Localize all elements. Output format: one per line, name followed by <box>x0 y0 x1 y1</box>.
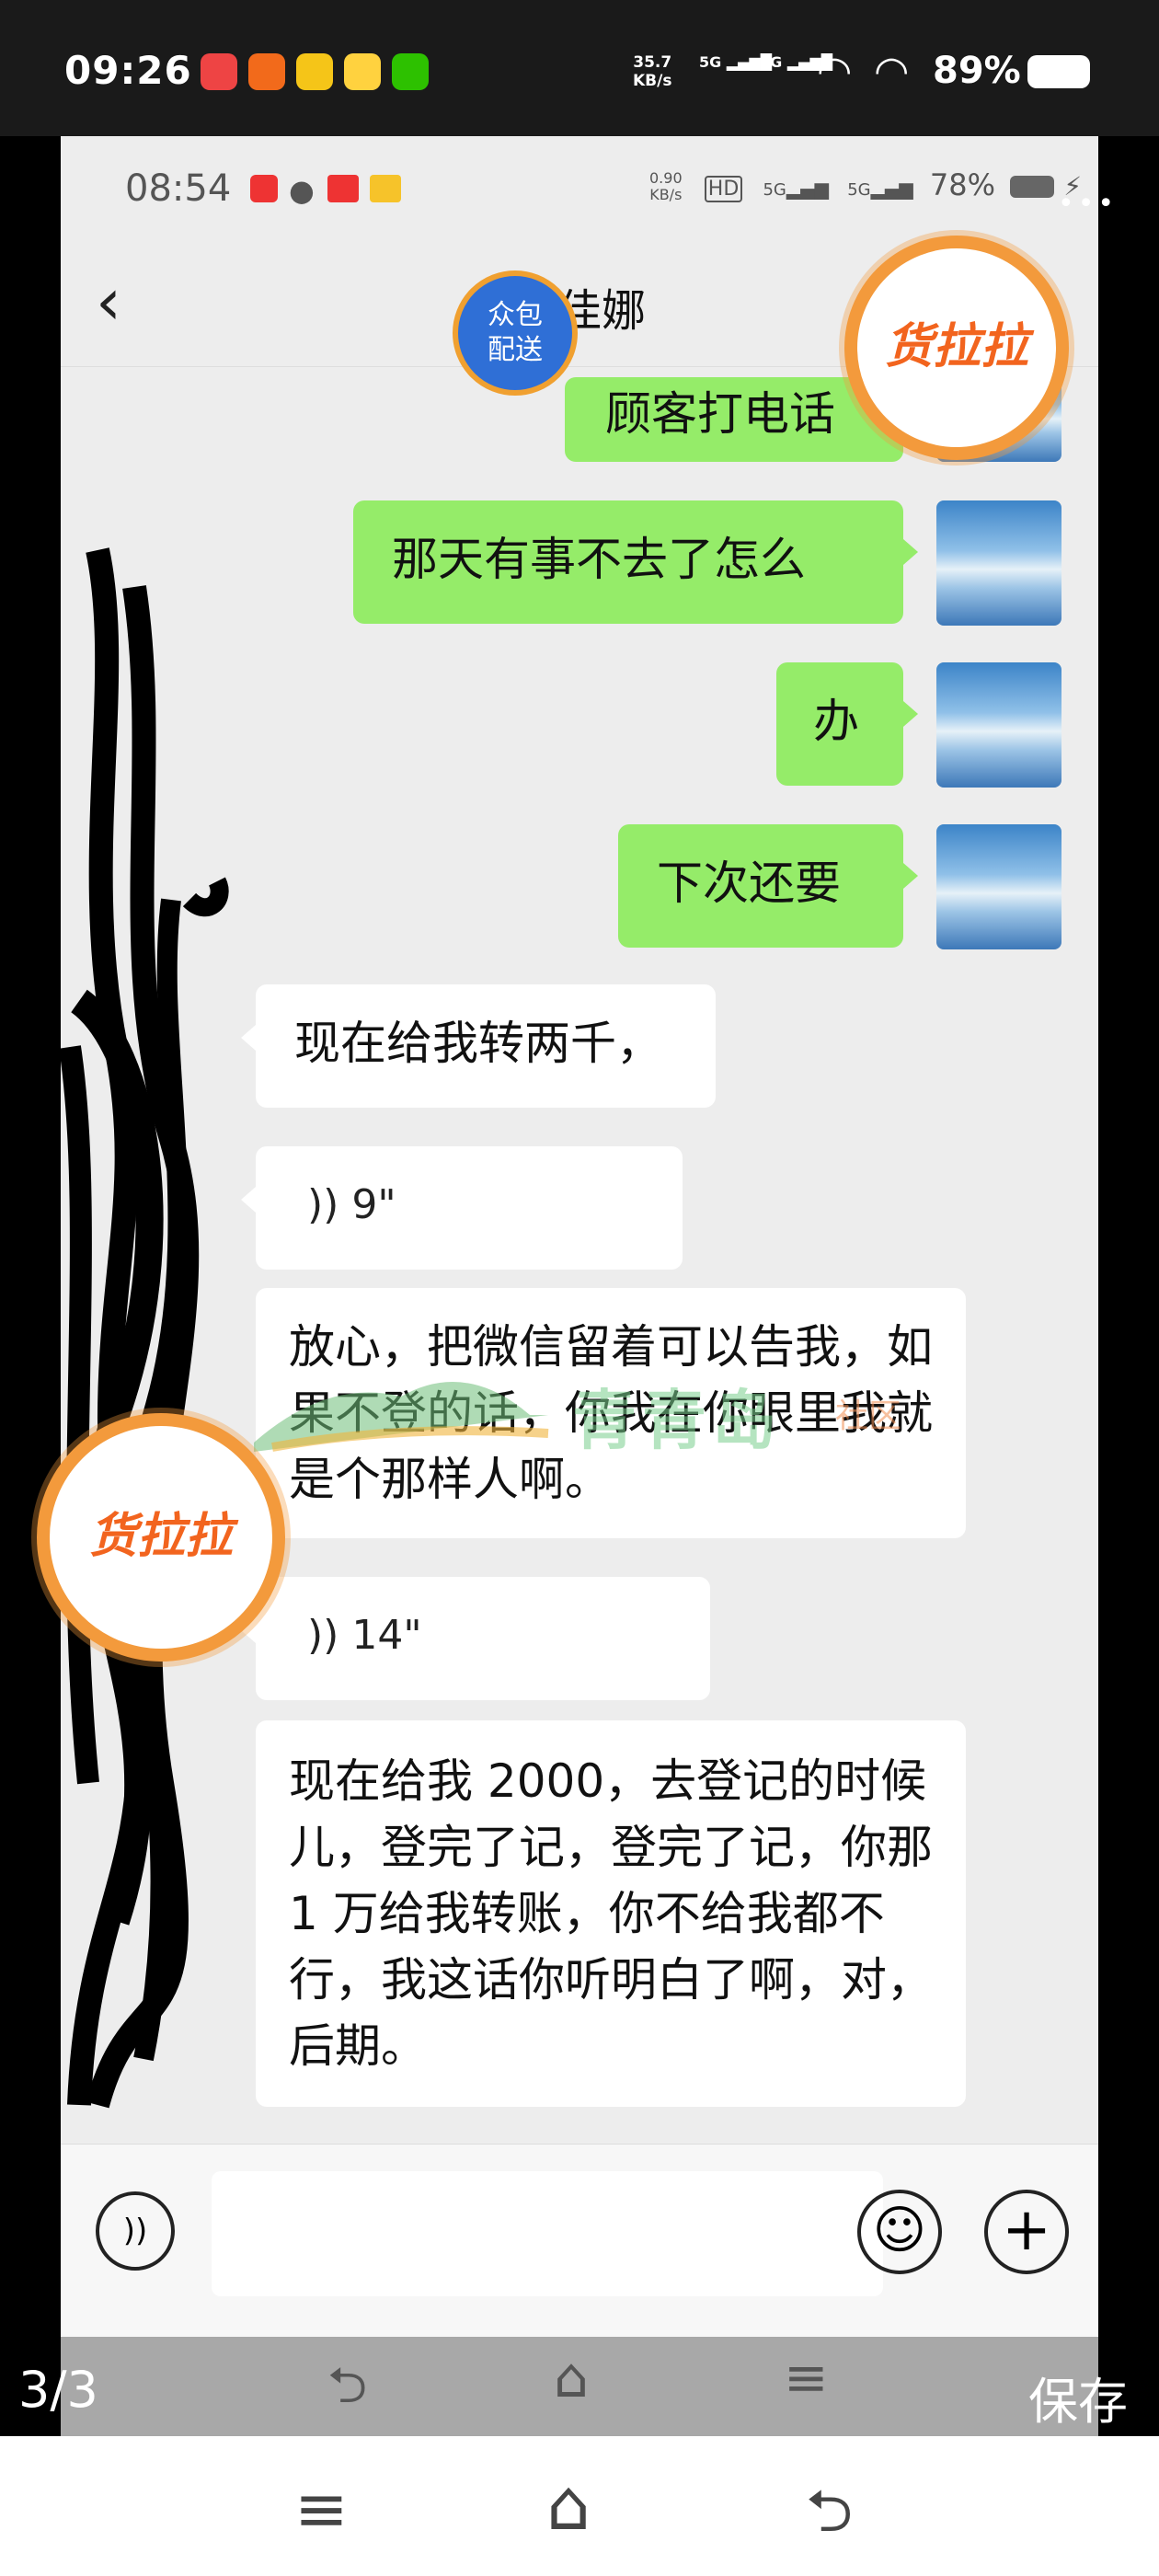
message-icon: ● <box>289 173 315 208</box>
message-bubble-in[interactable]: 现在给我 2000，去登记的时候儿，登完了记，登完了记，你那 1 万给我转账，你… <box>256 1720 966 2107</box>
my-avatar[interactable] <box>936 662 1061 788</box>
delivery-badge: 众包 配送 <box>453 270 578 396</box>
network-speed: 35.7 KB/s <box>633 53 672 90</box>
home-nav-icon: ⌂ <box>554 2346 590 2410</box>
voice-message[interactable]: )) 9" <box>256 1146 683 1270</box>
app-icon <box>327 175 359 202</box>
bubble-tail <box>903 863 918 889</box>
message-bubble-out[interactable]: 那天有事不去了怎么 <box>353 500 903 624</box>
qingdao-watermark-sub: 社区 <box>835 1397 902 1435</box>
app-notification-icon <box>201 53 237 90</box>
more-options-icon[interactable]: ••• <box>1058 188 1118 220</box>
image-index: 3/3 <box>18 2361 98 2419</box>
home-nav-icon[interactable]: ⌂ <box>546 2464 591 2546</box>
inner-status-right: 0.90 KB/s HD 5G▂▄▆ 5G▂▄▆ 78% ⚡ <box>649 167 1083 203</box>
bubble-tail <box>241 1025 256 1051</box>
wifi-icon: ◠ <box>874 48 910 95</box>
app-notification-icon <box>344 53 381 90</box>
save-button[interactable]: 保存 <box>1028 2361 1128 2433</box>
inner-clock: 08:54 <box>125 167 232 210</box>
my-avatar[interactable] <box>936 500 1061 626</box>
bubble-tail <box>903 539 918 565</box>
voice-icon: )) <box>307 1612 352 1659</box>
wifi-icon: ◠ <box>817 48 853 95</box>
message-bubble-in[interactable]: 现在给我转两千， <box>256 984 716 1108</box>
app-icon <box>250 175 278 202</box>
emoji-icon[interactable]: ☺ <box>857 2190 942 2274</box>
voice-input-icon[interactable]: )) <box>96 2191 175 2271</box>
voice-message[interactable]: )) 14" <box>256 1577 710 1700</box>
message-bubble-out[interactable]: 办 <box>776 662 903 786</box>
back-nav-icon[interactable]: ⮌ <box>806 2469 853 2569</box>
bubble-tail <box>903 701 918 727</box>
voice-icon: )) <box>307 1181 352 1228</box>
back-arrow-icon[interactable]: ‹ <box>96 270 121 334</box>
inner-status-bar: 08:54 ● 0.90 KB/s HD 5G▂▄▆ 5G▂▄▆ 78% ⚡ <box>61 136 1098 247</box>
wechat-icon <box>392 53 429 90</box>
weibo-icon <box>296 53 333 90</box>
chat-screenshot: 08:54 ● 0.90 KB/s HD 5G▂▄▆ 5G▂▄▆ 78% ⚡ ‹ … <box>61 136 1098 2436</box>
outer-clock: 09:26 <box>64 48 192 93</box>
battery-percent: 89% <box>933 50 1021 92</box>
menu-nav-icon[interactable]: ≡ <box>294 2471 349 2547</box>
outer-status-bar: 09:26 35.7 KB/s 5G ▂▄▆█ 5G ▂▄▆█ ◠ ◠ 89% <box>0 0 1159 136</box>
plus-icon[interactable]: + <box>984 2190 1069 2274</box>
menu-nav-icon: ≡ <box>784 2346 829 2409</box>
battery-icon <box>1027 55 1090 88</box>
back-nav-icon: ⮌ <box>327 2356 368 2414</box>
my-avatar[interactable] <box>936 824 1061 949</box>
redaction-scribble <box>61 547 229 2109</box>
qingdao-watermark-text: 青青岛 <box>572 1383 782 1458</box>
inner-navigation-bar: ⮌ ⌂ ≡ <box>61 2337 1098 2436</box>
huolala-watermark: 货拉拉 <box>844 236 1069 460</box>
huolala-watermark: 货拉拉 <box>37 1413 285 1662</box>
outer-navigation-bar: ≡ ⌂ ⮌ <box>0 2436 1159 2576</box>
huolala-app-icon <box>248 53 285 90</box>
bubble-tail <box>241 1187 256 1213</box>
message-bubble-out[interactable]: 下次还要 <box>618 824 903 948</box>
message-input[interactable] <box>212 2171 883 2296</box>
app-icon <box>370 175 401 202</box>
